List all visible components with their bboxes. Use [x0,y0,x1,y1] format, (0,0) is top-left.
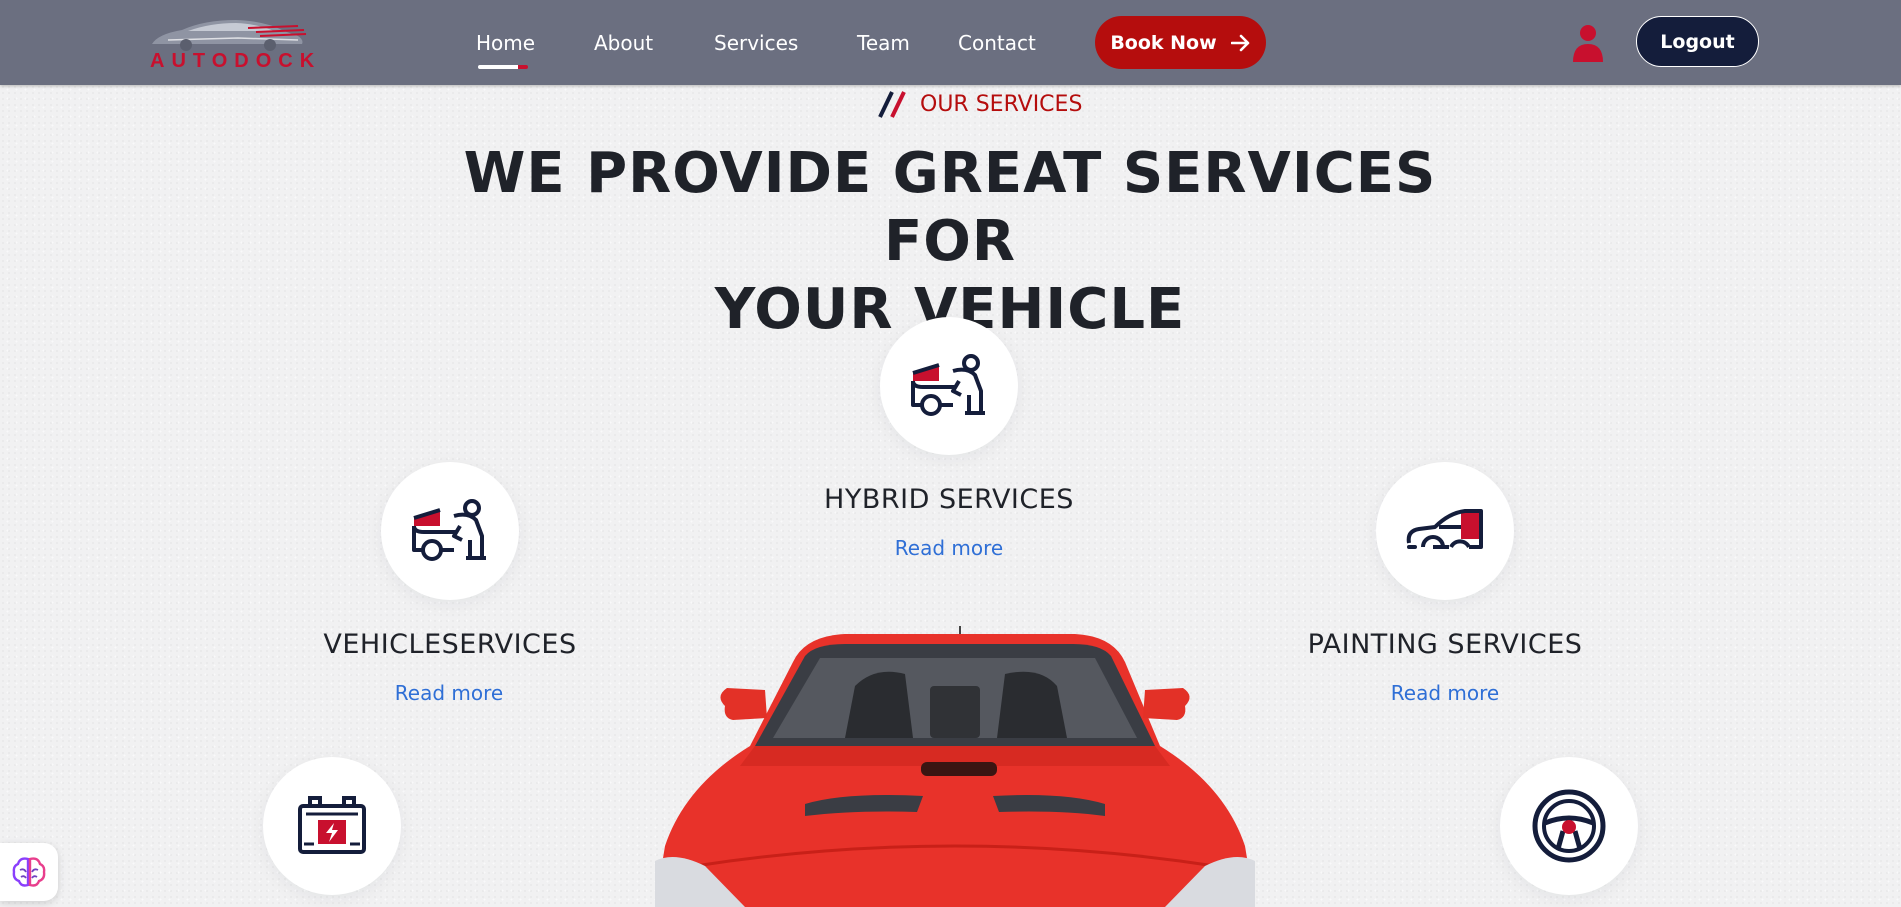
battery-service-icon-circle[interactable] [263,757,401,895]
car-silhouette-logo-icon [152,20,307,51]
nav-home[interactable]: Home [476,31,535,55]
brand-logo[interactable]: AUTODOCK [148,14,314,72]
hybrid-service-title: HYBRID SERVICES [824,484,1074,515]
arrow-right-icon [1230,34,1249,51]
hybrid-service-icon-circle[interactable] [880,317,1018,455]
nav-contact[interactable]: Contact [958,31,1036,55]
hybrid-read-more-link[interactable]: Read more [849,536,1049,560]
painting-service-icon-circle[interactable] [1376,462,1514,600]
mechanic-car-icon [911,354,985,416]
section-eyebrow: OUR SERVICES [878,88,1082,120]
red-car-image [655,626,1255,907]
book-now-button[interactable]: Book Now [1095,16,1266,69]
steering-service-icon-circle[interactable] [1500,757,1638,895]
painting-read-more-link[interactable]: Read more [1345,681,1545,705]
painting-service-title: PAINTING SERVICES [1307,629,1583,660]
double-slash-icon [878,91,906,118]
logo-text: AUTODOCK [150,50,322,72]
assistant-widget-button[interactable] [0,843,58,901]
vehicle-service-icon-circle[interactable] [381,462,519,600]
book-now-label: Book Now [1110,31,1217,54]
steering-wheel-icon [1532,789,1606,863]
vehicle-service-title: VEHICLESERVICES [323,629,577,660]
heading-line-1: WE PROVIDE GREAT SERVICES FOR [463,141,1437,274]
nav-team[interactable]: Team [857,31,910,55]
nav-active-indicator [478,65,528,69]
car-paint-icon [1406,509,1483,549]
section-heading: WE PROVIDE GREAT SERVICES FOR YOUR VEHIC… [400,140,1500,344]
brain-icon [12,857,46,887]
vehicle-read-more-link[interactable]: Read more [349,681,549,705]
nav-services[interactable]: Services [714,31,798,55]
navbar: AUTODOCK Home About Services Team Contac… [0,0,1901,85]
nav-about[interactable]: About [594,31,653,55]
battery-icon [298,796,366,854]
eyebrow-text: OUR SERVICES [920,91,1083,117]
logout-button[interactable]: Logout [1636,16,1759,67]
user-icon[interactable] [1571,24,1605,62]
mechanic-car-icon [412,499,486,561]
